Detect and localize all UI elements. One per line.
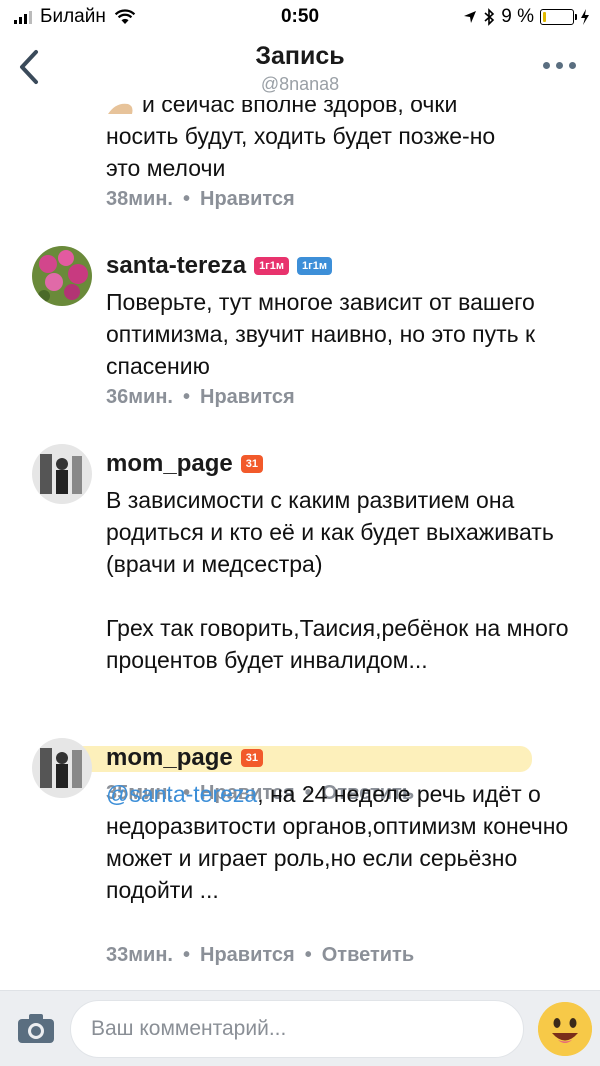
- page-subtitle[interactable]: @8nana8: [0, 74, 600, 95]
- author-name[interactable]: mom_page: [106, 450, 233, 478]
- comment-text-line: и сейчас вполне здоров, очки: [142, 100, 458, 117]
- comment-text: Грех так говорить,Таисия,ребёнок на мног…: [106, 612, 576, 676]
- status-badge: 31: [240, 749, 263, 767]
- screen: Билайн 0:50 9 % Запись @8nana8 и сейчас …: [0, 0, 600, 1066]
- comment-paragraph: В зависимости с каким развитием она роди…: [106, 487, 554, 577]
- camera-icon[interactable]: [16, 1011, 56, 1045]
- like-button[interactable]: Нравится: [200, 386, 295, 409]
- battery-icon: [540, 9, 577, 25]
- comment-text-line: это мелочи: [106, 155, 226, 181]
- comment-composer: [0, 990, 600, 1066]
- more-icon[interactable]: [543, 62, 576, 69]
- comment-text: и сейчас вполне здоров, очки носить буду…: [106, 100, 576, 184]
- comment-text: @santa-tereza, на 24 неделе речь идёт о …: [106, 778, 576, 906]
- status-badge: 31: [240, 455, 263, 473]
- author-name[interactable]: mom_page: [106, 744, 233, 772]
- comment-meta: 36мин. • Нравится: [106, 386, 295, 409]
- comments-list[interactable]: и сейчас вполне здоров, очки носить буду…: [0, 100, 600, 990]
- author-name[interactable]: santa-tereza: [106, 252, 246, 280]
- like-button[interactable]: Нравится: [200, 188, 295, 211]
- battery-percent: 9 %: [501, 6, 534, 27]
- comment-meta: 33мин. • Нравится • Ответить: [106, 944, 415, 967]
- status-badge: 1г1м: [254, 257, 290, 275]
- comment-text-line: носить будут, ходить будет позже-но: [106, 123, 496, 149]
- page-title: Запись: [255, 42, 345, 70]
- comment-paragraph: Грех так говорить,Таисия,ребёнок на мног…: [106, 615, 569, 673]
- comment-time: 38мин.: [106, 188, 173, 210]
- comment-text: Поверьте, тут многое зависит от вашего о…: [106, 289, 536, 379]
- avatar[interactable]: [32, 444, 92, 504]
- bluetooth-icon: [484, 8, 495, 26]
- avatar[interactable]: [32, 738, 92, 798]
- avatar[interactable]: [32, 246, 92, 306]
- comment-meta: 38мин. • Нравится: [106, 188, 295, 211]
- comment-input[interactable]: [71, 1001, 523, 1057]
- nav-bar: Запись @8nana8: [0, 34, 600, 100]
- mention-link[interactable]: @santa-tereza: [106, 781, 257, 807]
- status-badge: 1г1м: [297, 257, 332, 275]
- charging-icon: [581, 9, 589, 25]
- location-icon: [464, 11, 477, 23]
- comment-field[interactable]: [70, 1000, 524, 1058]
- comment-text: В зависимости с каким развитием она роди…: [106, 484, 576, 580]
- comment-time: 33мин.: [106, 944, 173, 966]
- reply-button[interactable]: Ответить: [322, 944, 414, 967]
- comment-time: 36мин.: [106, 386, 173, 408]
- like-button[interactable]: Нравится: [200, 944, 295, 967]
- status-bar: Билайн 0:50 9 %: [0, 0, 600, 34]
- emoji-icon[interactable]: [538, 1002, 592, 1056]
